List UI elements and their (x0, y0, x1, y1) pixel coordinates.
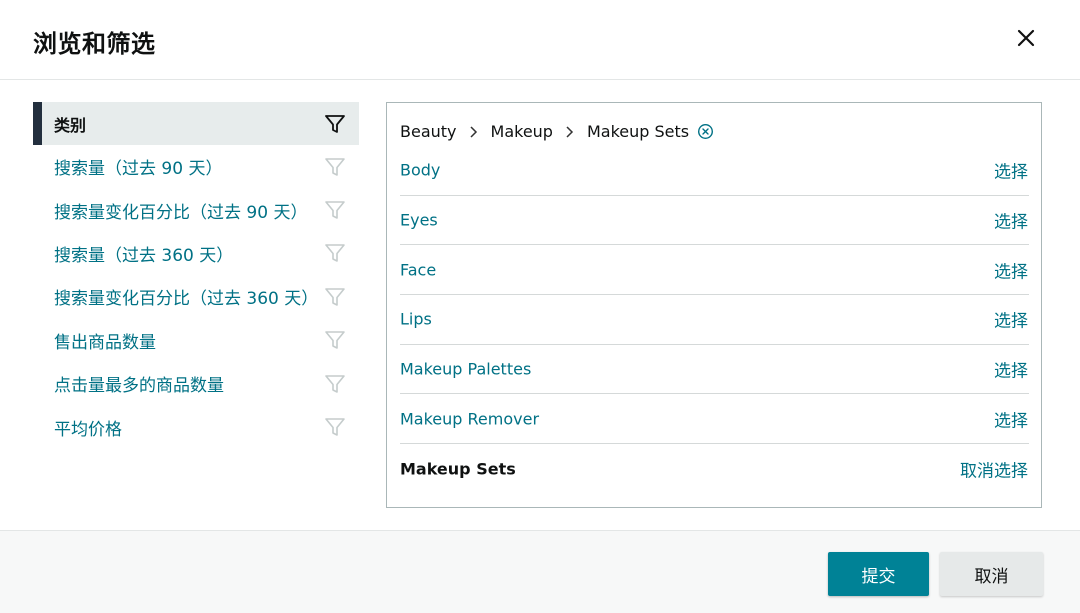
breadcrumb: Beauty Makeup Makeup Sets (400, 122, 714, 141)
category-link-body[interactable]: Body (400, 161, 440, 180)
filter-icon[interactable] (323, 415, 347, 439)
sidebar-item-label: 搜索量（过去 360 天） (54, 245, 234, 266)
category-link-makeup-remover[interactable]: Makeup Remover (400, 409, 539, 428)
list-item: Eyes 选择 (400, 196, 1029, 246)
category-label-makeup-sets: Makeup Sets (400, 459, 516, 479)
sidebar-item-most-clicked-count[interactable]: 点击量最多的商品数量 (33, 362, 359, 405)
breadcrumb-item-makeup-sets[interactable]: Makeup Sets (587, 122, 689, 141)
chevron-right-icon (566, 125, 574, 138)
sidebar-item-category[interactable]: 类别 (33, 102, 359, 145)
sidebar-item-label: 搜索量变化百分比（过去 360 天） (54, 289, 319, 310)
filter-icon[interactable] (323, 112, 347, 136)
filter-icon[interactable] (323, 372, 347, 396)
select-link[interactable]: 选择 (994, 208, 1028, 233)
sidebar-item-search-volume-360d[interactable]: 搜索量（过去 360 天） (33, 232, 359, 275)
filter-icon[interactable] (323, 285, 347, 309)
sidebar-item-label: 搜索量（过去 90 天） (54, 159, 223, 180)
breadcrumb-item-makeup[interactable]: Makeup (491, 122, 553, 141)
sidebar-item-label: 售出商品数量 (54, 332, 156, 353)
list-item: Makeup Remover 选择 (400, 394, 1029, 445)
sidebar-item-search-volume-change-90d[interactable]: 搜索量变化百分比（过去 90 天） (33, 188, 359, 231)
sidebar-item-label: 点击量最多的商品数量 (54, 376, 224, 397)
filter-sidebar: 类别 搜索量（过去 90 天） 搜索量变化百分比（过去 90 天） 搜索量（过去… (33, 102, 359, 449)
filter-icon[interactable] (323, 155, 347, 179)
cancel-button[interactable]: 取消 (940, 552, 1043, 596)
select-link[interactable]: 选择 (994, 158, 1028, 183)
filter-icon[interactable] (323, 241, 347, 265)
chevron-right-icon (469, 125, 477, 138)
category-panel: Beauty Makeup Makeup Sets Body 选择 Eyes 选… (386, 102, 1042, 508)
list-item: Makeup Sets 取消选择 (400, 444, 1029, 494)
deselect-link[interactable]: 取消选择 (960, 456, 1028, 481)
sidebar-item-label: 搜索量变化百分比（过去 90 天） (54, 202, 308, 223)
filter-icon[interactable] (323, 198, 347, 222)
clear-circle-icon[interactable] (697, 123, 714, 140)
breadcrumb-item-beauty[interactable]: Beauty (400, 122, 457, 141)
select-link[interactable]: 选择 (994, 307, 1028, 332)
dialog-footer: 提交 取消 (0, 530, 1080, 613)
category-link-lips[interactable]: Lips (400, 310, 432, 329)
sidebar-item-units-sold[interactable]: 售出商品数量 (33, 319, 359, 362)
list-item: Makeup Palettes 选择 (400, 345, 1029, 395)
list-item: Lips 选择 (400, 295, 1029, 345)
category-link-face[interactable]: Face (400, 260, 436, 279)
list-item: Face 选择 (400, 245, 1029, 296)
submit-button[interactable]: 提交 (828, 552, 929, 596)
sidebar-item-search-volume-90d[interactable]: 搜索量（过去 90 天） (33, 145, 359, 188)
select-link[interactable]: 选择 (994, 357, 1028, 382)
close-icon[interactable] (1010, 22, 1042, 54)
sidebar-item-label: 类别 (54, 115, 87, 135)
dialog-header: 浏览和筛选 (0, 0, 1080, 80)
filter-icon[interactable] (323, 328, 347, 352)
sidebar-item-search-volume-change-360d[interactable]: 搜索量变化百分比（过去 360 天） (33, 275, 359, 318)
dialog-title: 浏览和筛选 (33, 30, 156, 58)
category-link-eyes[interactable]: Eyes (400, 211, 438, 230)
sidebar-item-average-price[interactable]: 平均价格 (33, 405, 359, 448)
list-item: Body 选择 (400, 146, 1029, 196)
category-list: Body 选择 Eyes 选择 Face 选择 Lips 选择 Makeup P… (400, 146, 1029, 494)
select-link[interactable]: 选择 (994, 406, 1028, 431)
select-link[interactable]: 选择 (994, 257, 1028, 282)
category-link-makeup-palettes[interactable]: Makeup Palettes (400, 360, 531, 379)
sidebar-item-label: 平均价格 (54, 419, 122, 440)
